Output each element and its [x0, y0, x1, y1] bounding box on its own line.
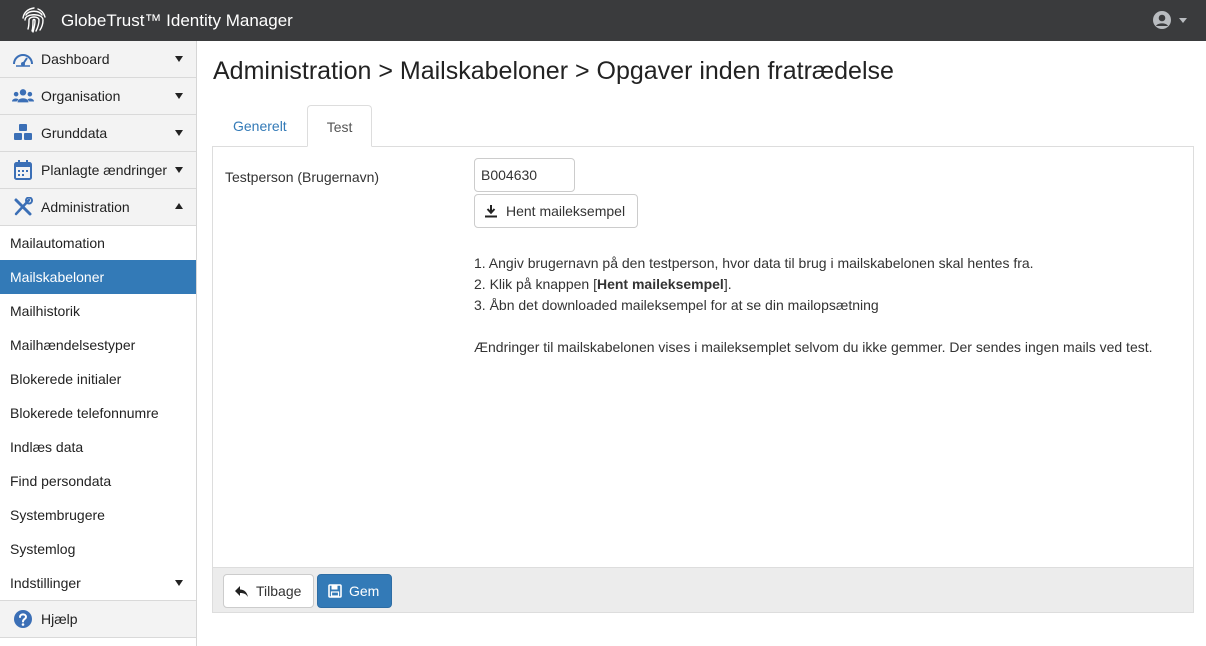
floppy-disk-icon [328, 584, 342, 598]
sidebar-item-indstillinger[interactable]: Indstillinger [0, 566, 196, 600]
fingerprint-logo-icon [22, 7, 46, 33]
sidebar-item-label: Indstillinger [10, 575, 81, 591]
instruction-step-2: 2. Klik på knappen [Hent maileksempel]. [474, 276, 732, 292]
sidebar-item-blokerede-initialer[interactable]: Blokerede initialer [0, 362, 196, 396]
caret-down-icon [175, 130, 183, 136]
reply-arrow-icon [235, 585, 248, 597]
back-button[interactable]: Tilbage [223, 574, 315, 608]
sidebar-item-organisation[interactable]: Organisation [0, 78, 196, 115]
sidebar-item-label: Grunddata [41, 125, 108, 141]
tab-generelt[interactable]: Generelt [213, 105, 307, 147]
sidebar-item-mailskabeloner[interactable]: Mailskabeloner [0, 260, 196, 294]
instruction-step-2-button-name: Hent maileksempel [596, 276, 724, 292]
sidebar-item-label: Administration [41, 199, 130, 215]
back-button-label: Tilbage [256, 583, 302, 599]
download-example-button[interactable]: Hent maileksempel [474, 194, 639, 228]
sidebar-item-indlaes-data[interactable]: Indlæs data [0, 430, 196, 464]
panel-footer: Tilbage Gem [213, 567, 1193, 612]
user-menu[interactable] [1152, 10, 1187, 30]
caret-down-icon [175, 93, 183, 99]
caret-down-icon [175, 167, 183, 173]
save-button[interactable]: Gem [317, 574, 393, 608]
caret-down-icon [175, 56, 183, 62]
sidebar-item-label: Planlagte ændringer [41, 162, 168, 178]
instruction-step-3: 3. Åbn det downloaded maileksempel for a… [474, 297, 879, 313]
users-icon [12, 89, 34, 103]
sidebar-item-planlagte-aendringer[interactable]: Planlagte ændringer [0, 152, 196, 189]
instruction-note: Ændringer til mailskabelonen vises i mai… [474, 339, 1153, 355]
page-title: Administration > Mailskabeloner > Opgave… [213, 57, 894, 85]
sidebar: Dashboard Organisation Grunddata Planlag… [0, 41, 197, 646]
caret-down-icon [175, 580, 183, 586]
sidebar-item-label: Organisation [41, 88, 121, 104]
question-circle-icon [14, 610, 32, 628]
cubes-icon [14, 124, 32, 140]
sidebar-item-grunddata[interactable]: Grunddata [0, 115, 196, 152]
testperson-input[interactable] [474, 158, 575, 192]
sidebar-item-mailhaendelsestyper[interactable]: Mailhændelsestyper [0, 328, 196, 362]
sidebar-item-find-persondata[interactable]: Find persondata [0, 464, 196, 498]
sidebar-item-systembrugere[interactable]: Systembrugere [0, 498, 196, 532]
caret-down-icon [1179, 17, 1187, 23]
app-title: GlobeTrust™ Identity Manager [61, 11, 293, 30]
instructions: 1. Angiv brugernavn på den testperson, h… [474, 253, 1174, 358]
test-panel: Testperson (Brugernavn) Hent maileksempe… [212, 146, 1194, 613]
download-icon [485, 205, 497, 218]
caret-up-icon [175, 203, 183, 209]
user-circle-icon [1153, 11, 1171, 29]
sidebar-item-administration[interactable]: Administration [0, 189, 196, 226]
tab-test[interactable]: Test [306, 105, 373, 147]
download-example-label: Hent maileksempel [506, 203, 626, 219]
sidebar-item-label: Hjælp [41, 611, 78, 627]
sidebar-item-help[interactable]: Hjælp [0, 601, 196, 638]
tools-icon [14, 197, 33, 216]
tab-bar: Generelt Test [213, 105, 373, 147]
sidebar-item-mailautomation[interactable]: Mailautomation [0, 226, 196, 260]
sidebar-item-label: Dashboard [41, 51, 110, 67]
testperson-label: Testperson (Brugernavn) [225, 169, 380, 185]
save-button-label: Gem [349, 583, 380, 599]
dashboard-icon [13, 54, 33, 67]
sidebar-item-systemlog[interactable]: Systemlog [0, 532, 196, 566]
sidebar-item-blokerede-telefonnumre[interactable]: Blokerede telefonnumre [0, 396, 196, 430]
top-navbar: GlobeTrust™ Identity Manager [0, 0, 1206, 41]
sidebar-item-mailhistorik[interactable]: Mailhistorik [0, 294, 196, 328]
sidebar-item-dashboard[interactable]: Dashboard [0, 41, 196, 78]
instruction-step-1: 1. Angiv brugernavn på den testperson, h… [474, 255, 1034, 271]
administration-submenu: Mailautomation Mailskabeloner Mailhistor… [0, 226, 196, 601]
calendar-icon [14, 160, 32, 180]
